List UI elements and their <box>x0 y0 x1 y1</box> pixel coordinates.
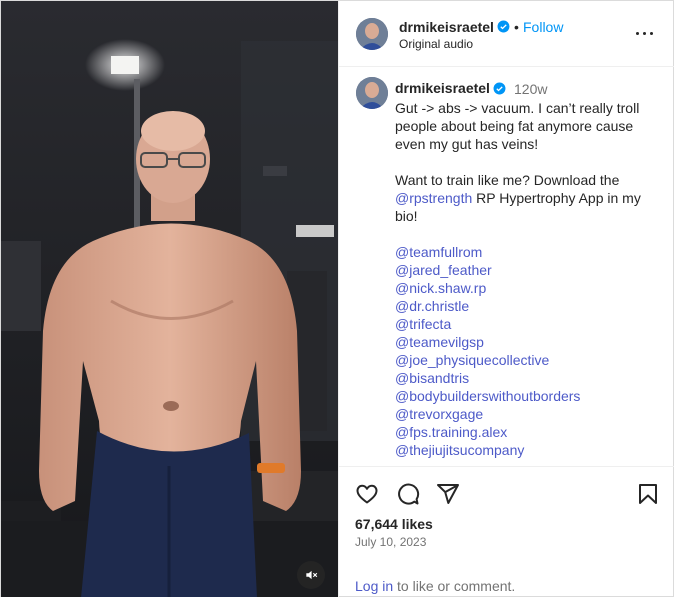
mention-link[interactable]: @teamfullrom <box>395 243 657 261</box>
more-options-icon[interactable] <box>635 23 655 43</box>
mention-link[interactable]: @trifecta <box>395 315 657 333</box>
post-side-panel: drmikeisraetel • Follow Original audio d <box>338 1 674 597</box>
post-media[interactable] <box>1 1 338 597</box>
login-prompt-text: to like or comment. <box>393 578 516 594</box>
mention-link[interactable]: @dr.christle <box>395 297 657 315</box>
heart-icon[interactable] <box>355 482 379 506</box>
post-author-username[interactable]: drmikeisraetel <box>399 19 494 35</box>
mention-link[interactable]: @thejiujitsucompany <box>395 441 657 459</box>
instagram-post: drmikeisraetel • Follow Original audio d <box>0 0 674 597</box>
avatar-image <box>356 18 388 50</box>
caption-text: Gut -> abs -> vacuum. I can’t really tro… <box>395 99 657 459</box>
send-icon[interactable] <box>436 482 460 506</box>
caption-avatar[interactable] <box>356 77 388 109</box>
likes-count[interactable]: 67,644 likes <box>355 516 433 532</box>
mention-link[interactable]: @nick.shaw.rp <box>395 279 657 297</box>
caption-line-2-start: Want to train like me? Download the <box>395 172 620 188</box>
avatar-image <box>356 77 388 109</box>
mention-link[interactable]: @rpstrength <box>395 190 472 206</box>
speaker-muted-icon <box>306 570 318 580</box>
mention-link[interactable]: @jared_feather <box>395 261 657 279</box>
verified-badge-icon <box>497 20 510 33</box>
post-header: drmikeisraetel • Follow Original audio <box>339 1 674 67</box>
caption-username[interactable]: drmikeisraetel <box>395 80 490 96</box>
post-actions: 67,644 likes July 10, 2023 Log in to lik… <box>339 466 674 597</box>
mention-link[interactable]: @teamevilgsp <box>395 333 657 351</box>
caption-line-2: Want to train like me? Download the @rps… <box>395 171 657 225</box>
original-audio-link[interactable]: Original audio <box>399 37 473 51</box>
mention-link[interactable]: @bisandtris <box>395 369 657 387</box>
caption-timestamp[interactable]: 120w <box>514 81 547 97</box>
avatar[interactable] <box>356 18 388 50</box>
mention-link[interactable]: @trevorxgage <box>395 405 657 423</box>
caption-line-1: Gut -> abs -> vacuum. I can’t really tro… <box>395 100 640 152</box>
login-prompt: Log in to like or comment. <box>355 578 515 594</box>
verified-badge-icon <box>493 82 506 95</box>
mention-link[interactable]: @joe_physiquecollective <box>395 351 657 369</box>
comments-section: drmikeisraetel 120w Gut -> abs -> vacuum… <box>339 67 674 466</box>
post-video[interactable] <box>1 1 338 597</box>
mention-link[interactable]: @fps.training.alex <box>395 423 657 441</box>
separator-dot: • <box>514 19 519 35</box>
bookmark-icon[interactable] <box>636 482 660 506</box>
comment-icon[interactable] <box>396 482 420 506</box>
post-date[interactable]: July 10, 2023 <box>355 535 426 549</box>
mute-button[interactable] <box>297 561 325 589</box>
login-link[interactable]: Log in <box>355 578 393 594</box>
follow-button[interactable]: Follow <box>523 19 563 35</box>
mention-link[interactable]: @bodybuilderswithoutborders <box>395 387 657 405</box>
